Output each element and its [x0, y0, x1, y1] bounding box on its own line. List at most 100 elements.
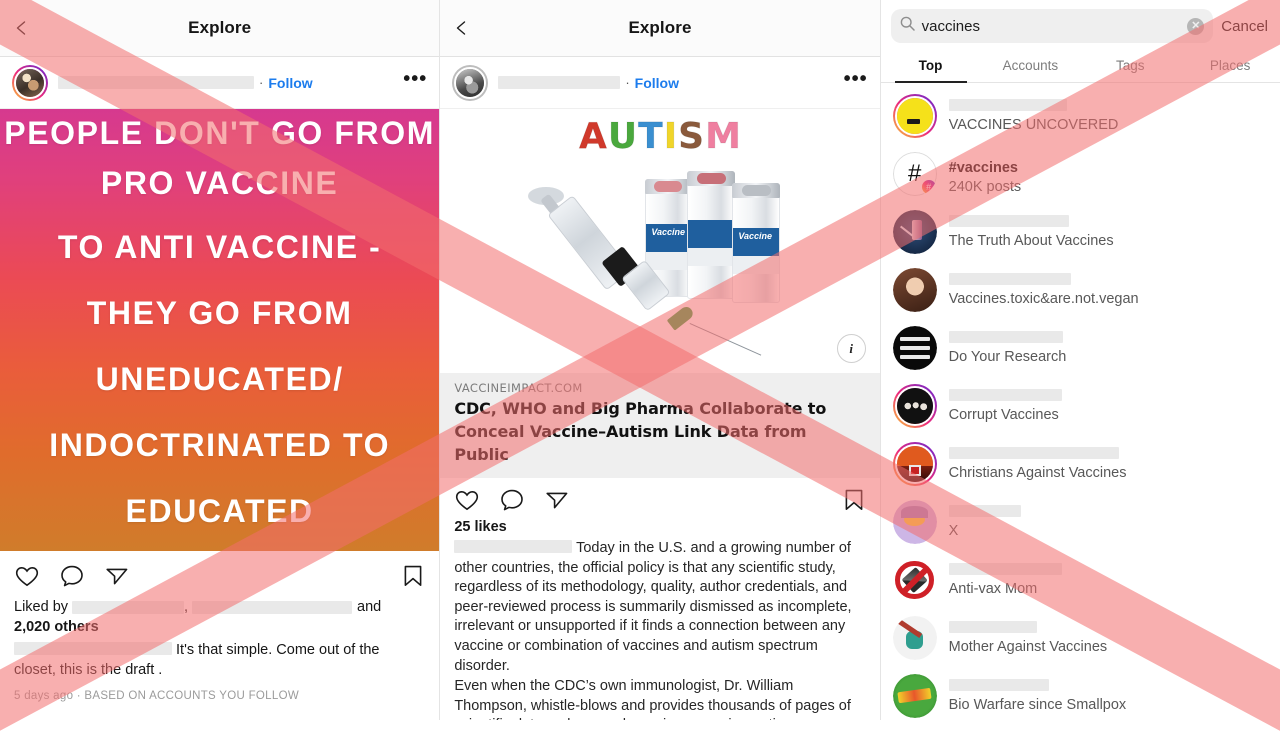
- search-row: vaccines ✕ Cancel: [881, 0, 1280, 50]
- liked-by-row: Liked by , and: [14, 597, 425, 617]
- result-name: Mother Against Vaccines: [948, 639, 1108, 655]
- result-avatar: [892, 558, 937, 602]
- search-result-item[interactable]: Bio Warfare since Smallpox: [881, 667, 1280, 720]
- quote-line-5: INDOCTRINATED TO: [49, 427, 391, 463]
- syringe-tip: [667, 304, 696, 331]
- caption-block-1: Liked by , and 2,020 others It's that si…: [0, 595, 439, 706]
- result-username-redacted: [948, 621, 1037, 633]
- quote-line-0: PEOPLE DON'T GO FROM: [4, 115, 436, 151]
- result-subtitle: 240K posts: [948, 178, 1022, 195]
- search-result-item[interactable]: Vaccines.toxic&are.not.vegan: [881, 261, 1280, 319]
- result-avatar-art: [892, 500, 937, 544]
- bookmark-icon[interactable]: [401, 563, 425, 589]
- search-result-item[interactable]: VACCINES UNCOVERED: [881, 87, 1280, 145]
- liked-by-label: Liked by: [14, 599, 69, 615]
- result-avatar: [892, 210, 937, 254]
- syringe-needle: [689, 323, 762, 356]
- quote-line-3: THEY GO FROM: [86, 295, 353, 331]
- search-result-item[interactable]: Mother Against Vaccines: [881, 609, 1280, 667]
- more-options-icon[interactable]: •••: [403, 69, 427, 90]
- share-icon[interactable]: [104, 563, 130, 589]
- autism-letter-i: I: [663, 116, 678, 157]
- tab-places[interactable]: Places: [1180, 50, 1280, 82]
- search-result-item[interactable]: Anti-vax Mom: [881, 551, 1280, 609]
- quote-line-1: PRO VACCINE: [100, 165, 339, 201]
- result-name: Do Your Research: [948, 349, 1067, 365]
- result-text: Do Your Research: [948, 331, 1268, 365]
- vaccine-vial-front: Vaccine: [732, 183, 781, 303]
- heart-icon[interactable]: [14, 563, 40, 589]
- liked-comma: ,: [184, 599, 189, 615]
- vial-label-2: Vaccine: [738, 231, 773, 241]
- back-chevron-icon[interactable]: [454, 21, 469, 36]
- search-result-item[interactable]: Do Your Research: [881, 319, 1280, 377]
- cancel-button[interactable]: Cancel: [1221, 18, 1270, 35]
- avatar[interactable]: [12, 64, 48, 101]
- likes-count: 2,020 others: [14, 619, 99, 635]
- liker-name-redacted-1: [72, 600, 185, 614]
- bookmark-icon[interactable]: [842, 487, 866, 513]
- post-image-quote[interactable]: PEOPLE DON'T GO FROM PRO VACCINE TO ANTI…: [0, 109, 440, 551]
- hash-badge-icon: #: [920, 179, 937, 195]
- search-result-item[interactable]: The Truth About Vaccines: [881, 203, 1280, 261]
- search-query-text: vaccines: [921, 17, 980, 35]
- result-avatar-art: [892, 558, 937, 602]
- screenshot-root: Explore · Follow ••• PEOPLE DON'T GO FRO…: [0, 0, 1280, 749]
- share-icon[interactable]: [544, 487, 570, 513]
- result-text: Corrupt Vaccines: [948, 389, 1268, 423]
- result-username-redacted: [948, 215, 1069, 227]
- search-result-item[interactable]: Corrupt Vaccines: [881, 377, 1280, 435]
- result-avatar-art: [892, 268, 937, 312]
- result-username-redacted: [948, 505, 1021, 517]
- result-avatar: [892, 268, 937, 312]
- result-avatar: [892, 674, 937, 718]
- heart-icon[interactable]: [454, 487, 480, 513]
- tab-tags[interactable]: Tags: [1080, 50, 1180, 82]
- result-text: Anti-vax Mom: [948, 563, 1268, 597]
- likes-count-2: 25 likes: [454, 519, 507, 535]
- clear-icon[interactable]: ✕: [1187, 17, 1205, 35]
- vaccine-vial-middle: [687, 171, 736, 299]
- result-avatar: [892, 94, 937, 138]
- avatar[interactable]: [452, 64, 489, 101]
- link-title: CDC, WHO and Big Pharma Collaborate to C…: [454, 399, 827, 464]
- result-text: Bio Warfare since Smallpox: [948, 679, 1268, 713]
- result-text: The Truth About Vaccines: [948, 215, 1268, 249]
- search-result-item[interactable]: X: [881, 493, 1280, 551]
- search-result-item[interactable]: Christians Against Vaccines: [881, 435, 1280, 493]
- result-username-redacted: [948, 389, 1062, 401]
- follow-button[interactable]: Follow: [635, 75, 679, 91]
- result-avatar: [892, 384, 937, 428]
- result-avatar-art: [896, 388, 933, 424]
- comment-icon[interactable]: [59, 563, 85, 589]
- post-image-vaccine-photo[interactable]: Vaccine Vaccine i: [440, 161, 880, 373]
- search-results-list: VACCINES UNCOVERED # # #vaccines 240K posts T…: [881, 83, 1280, 720]
- tab-accounts[interactable]: Accounts: [980, 50, 1080, 82]
- page-title: Explore: [188, 18, 252, 37]
- result-text: Mother Against Vaccines: [948, 621, 1268, 655]
- link-preview-card[interactable]: VACCINEIMPACT.COM CDC, WHO and Big Pharm…: [440, 373, 880, 478]
- action-row-2: [440, 478, 879, 515]
- nav-bar-2: Explore: [440, 0, 880, 57]
- result-name: X: [948, 523, 959, 539]
- search-input[interactable]: vaccines ✕: [890, 9, 1214, 43]
- tab-top[interactable]: Top: [881, 50, 981, 83]
- back-chevron-icon[interactable]: [14, 21, 29, 36]
- autism-letter-m: M: [705, 116, 742, 157]
- result-avatar: [892, 616, 937, 660]
- more-options-icon[interactable]: •••: [844, 69, 868, 90]
- follow-button[interactable]: Follow: [268, 75, 312, 91]
- search-result-item[interactable]: # # #vaccines 240K posts: [881, 145, 1280, 203]
- body-text-1: Today in the U.S. and a growing number o…: [454, 540, 852, 674]
- autism-letter-u: U: [607, 116, 638, 157]
- search-icon: [900, 16, 915, 36]
- comment-icon[interactable]: [499, 487, 525, 513]
- username-redacted: [498, 76, 621, 89]
- link-domain: VACCINEIMPACT.COM: [454, 381, 583, 395]
- result-text: X: [948, 505, 1268, 539]
- result-name: Corrupt Vaccines: [948, 407, 1059, 423]
- info-badge-icon[interactable]: i: [836, 334, 866, 363]
- caption-username-redacted: [454, 540, 573, 553]
- post-header-1: · Follow •••: [0, 57, 440, 109]
- result-username-redacted: [948, 679, 1049, 691]
